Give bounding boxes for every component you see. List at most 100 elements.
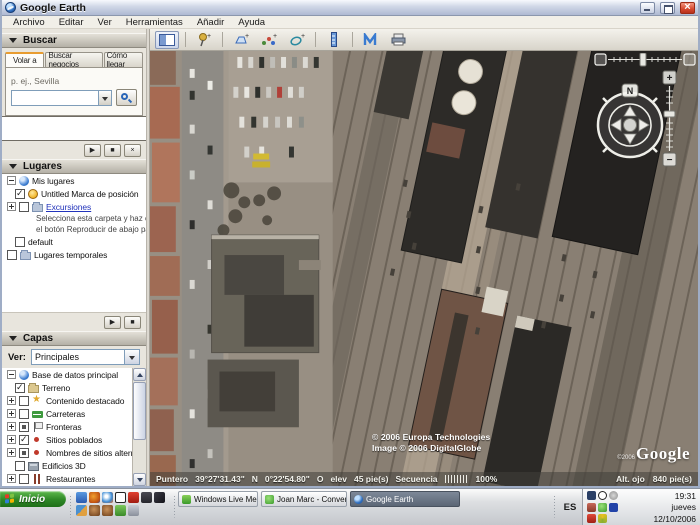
panda-antivirus-icon[interactable] [115,492,126,503]
taskbar-handle[interactable] [171,489,177,525]
search-results-list[interactable] [2,116,146,141]
toggle-sidebar-button[interactable] [155,31,179,49]
menu-archivo[interactable]: Archivo [6,17,52,28]
expander-icon[interactable] [7,370,16,379]
tilt-slider-handle[interactable] [640,53,646,66]
tray-icon-messenger[interactable] [598,503,607,512]
tab-como-llegar[interactable]: Cómo llegar [104,52,143,67]
tray-icon-panda[interactable] [598,491,607,500]
restore-button[interactable] [660,2,675,14]
picture-icon[interactable] [76,505,87,516]
tree-item-contenido-destacado[interactable]: Contenido destacado [2,394,146,407]
start-button[interactable]: Inicio [0,491,66,507]
tree-item-base-datos[interactable]: Base de datos principal [2,368,146,381]
add-polygon-button[interactable]: + [229,31,253,49]
navigation-controls[interactable]: N + [582,53,698,181]
internet-explorer-icon[interactable] [76,492,87,503]
pdf-icon[interactable] [128,492,139,503]
layers-scrollbar[interactable] [132,368,146,486]
play-button[interactable]: ▶ [84,144,101,157]
tree-item-nombres-alternativos[interactable]: Nombres de sitios alternativos [2,446,146,459]
tree-item-carreteras[interactable]: Carreteras [2,407,146,420]
checkbox[interactable] [19,202,29,212]
menu-anadir[interactable]: Añadir [190,17,231,28]
tab-buscar-negocios[interactable]: Buscar negocios [45,52,102,67]
satellite-map[interactable]: N + [150,51,698,486]
close-button[interactable] [680,2,695,14]
chevron-down-icon[interactable] [124,350,139,364]
tray-icon-network[interactable] [609,503,618,512]
scrollbar-thumb[interactable] [133,382,146,440]
tree-item-default[interactable]: default [2,235,146,248]
play-button[interactable]: ▶ [104,316,121,329]
checkbox[interactable] [19,409,29,419]
menu-ayuda[interactable]: Ayuda [231,17,272,28]
tree-item-mis-lugares[interactable]: Mis lugares [2,174,146,187]
checkbox[interactable] [15,189,25,199]
print-button[interactable] [387,31,411,49]
compass-center-knob[interactable] [624,119,637,132]
tree-item-alojamiento[interactable]: Alojamiento [2,485,146,486]
measure-button[interactable] [322,31,346,49]
checkbox[interactable] [15,237,25,247]
places-panel-header[interactable]: Lugares [2,159,146,174]
expander-icon[interactable] [7,435,16,444]
email-button[interactable] [359,31,383,49]
stop-button[interactable]: ■ [124,316,141,329]
task-windows-live-messenger[interactable]: Windows Live Messen... [178,491,258,507]
search-button[interactable] [116,89,137,106]
checkbox[interactable] [19,396,29,406]
stop-button[interactable]: ■ [104,144,121,157]
tray-icon-clock[interactable] [609,491,618,500]
language-indicator[interactable]: ES [558,489,582,525]
task-joan-marc-conversation[interactable]: Joan Marc - Convers... [261,491,347,507]
view-select[interactable]: Principales [31,349,140,365]
tree-item-excursiones[interactable]: Excursiones [2,200,146,213]
delete-button[interactable]: × [124,144,141,157]
scroll-up-button[interactable] [133,368,146,381]
add-placemark-button[interactable]: + [192,31,216,49]
emule-icon-2[interactable] [102,505,113,516]
tree-item-sitios-poblados[interactable]: Sitios poblados [2,433,146,446]
expander-icon[interactable] [7,176,16,185]
expander-icon[interactable] [7,422,16,431]
tree-item-terreno[interactable]: Terreno [2,381,146,394]
tab-volar-a[interactable]: Volar a [5,52,44,67]
menu-ver[interactable]: Ver [91,17,119,28]
checkbox[interactable] [19,422,29,432]
notes-icon[interactable] [128,505,139,516]
search-panel-header[interactable]: Buscar [2,33,146,48]
expander-icon[interactable] [7,409,16,418]
checkbox[interactable] [7,250,17,260]
zoom-slider-handle[interactable] [664,111,675,117]
tray-icon-voip[interactable] [587,514,596,523]
checkbox[interactable] [15,461,25,471]
task-google-earth[interactable]: Google Earth [350,491,460,507]
tree-item-edificios-3d[interactable]: Edificios 3D [2,459,146,472]
expander-icon[interactable] [7,396,16,405]
tree-item-fronteras[interactable]: Fronteras [2,420,146,433]
checkbox[interactable] [19,474,29,484]
photo-viewer-icon[interactable] [141,492,152,503]
tilt-top-button[interactable] [595,54,606,65]
menu-herramientas[interactable]: Herramientas [119,17,190,28]
checkbox[interactable] [19,435,29,445]
menu-editar[interactable]: Editar [52,17,91,28]
add-path-button[interactable]: + [257,31,281,49]
add-image-overlay-button[interactable]: + [285,31,309,49]
pen-tool-icon[interactable] [154,492,165,503]
tree-item-untitled-placemark[interactable]: Untitled Marca de posición [2,187,146,200]
tray-icon-phone[interactable] [587,503,596,512]
expander-icon[interactable] [7,202,16,211]
messenger-buddies-icon[interactable] [115,505,126,516]
search-dropdown-button[interactable] [98,90,112,106]
tree-item-link[interactable]: Excursiones [46,202,91,212]
tray-icon-display[interactable] [587,491,596,500]
tilt-bottom-button[interactable] [684,54,695,65]
taskbar-handle[interactable] [551,489,557,525]
minimize-button[interactable] [640,2,655,14]
titlebar[interactable]: Google Earth [2,0,698,16]
expander-icon[interactable] [7,448,16,457]
layers-panel-header[interactable]: Capas [2,331,146,346]
firefox-icon[interactable] [89,492,100,503]
